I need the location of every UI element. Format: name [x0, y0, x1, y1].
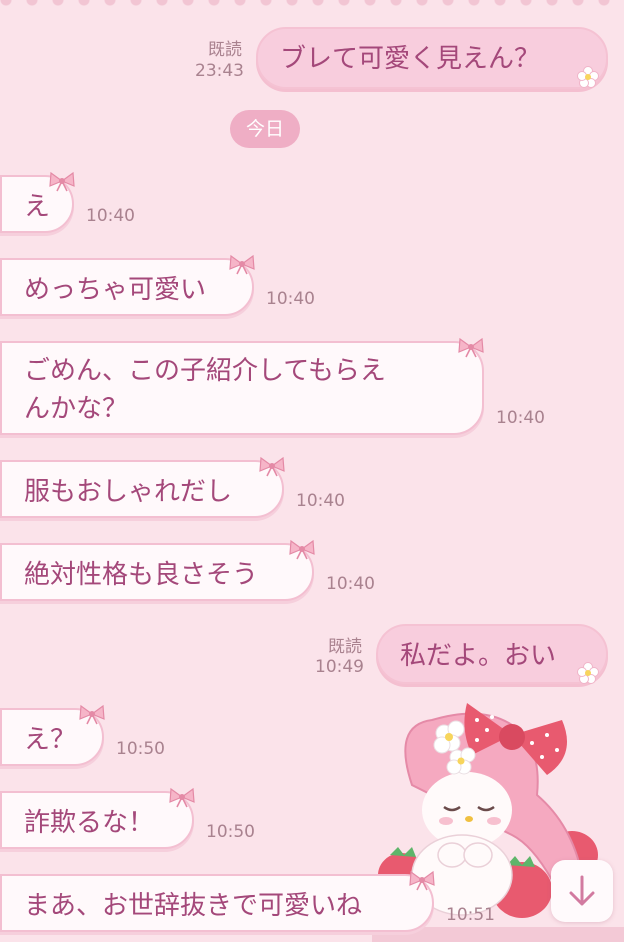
ribbon-bow-icon	[49, 171, 75, 192]
message-time: 23:43	[195, 61, 244, 81]
ribbon-bow-icon	[409, 870, 435, 891]
message-bubble[interactable]: 絶対性格も良さそう	[0, 543, 314, 601]
message-text: 服もおしゃれだし	[24, 477, 233, 507]
message-text-line: んかな？	[24, 394, 129, 424]
message-text: まあ、お世辞抜きで可愛いね	[24, 891, 363, 921]
message-time: 10:40	[266, 289, 315, 309]
message-text: え？	[24, 725, 77, 755]
message-bubble[interactable]: ブレて可愛く見えん？	[256, 27, 608, 89]
message-time: 10:51	[446, 905, 495, 925]
message-bubble[interactable]: ごめん、この子紹介してもらえ んかな？	[0, 341, 484, 435]
arrow-down-icon	[569, 875, 595, 906]
flower-icon	[577, 662, 599, 684]
message-text: 絶対性格も良さそう	[24, 560, 259, 590]
message-text: え	[24, 192, 51, 222]
ribbon-bow-icon	[229, 254, 255, 275]
ribbon-bow-icon	[259, 456, 285, 477]
read-receipt: 既読	[328, 637, 362, 657]
message-bubble[interactable]: 私だよ。おい	[376, 624, 608, 684]
read-receipt: 既読	[208, 40, 242, 60]
message-time: 10:40	[86, 206, 135, 226]
message-time: 10:49	[315, 657, 364, 677]
ribbon-bow-icon	[289, 539, 315, 560]
date-separator: 今日	[230, 110, 300, 148]
message-time: 10:40	[326, 574, 375, 594]
top-lace-border	[0, 0, 624, 8]
message-bubble[interactable]: 詐欺るな！	[0, 791, 194, 849]
message-text: 詐欺るな！	[24, 808, 155, 838]
message-text: めっちゃ可愛い	[24, 275, 207, 305]
message-text: ブレて可愛く見えん？	[280, 44, 541, 74]
message-text-line: ごめん、この子紹介してもらえ	[24, 356, 386, 386]
flower-icon	[577, 66, 599, 88]
message-time: 10:40	[496, 408, 545, 428]
message-bubble[interactable]: まあ、お世辞抜きで可愛いね	[0, 874, 434, 932]
message-time: 10:50	[206, 822, 255, 842]
message-time: 10:50	[116, 739, 165, 759]
message-text: 私だよ。おい	[400, 641, 557, 671]
message-bubble[interactable]: 服もおしゃれだし	[0, 460, 284, 518]
ribbon-bow-icon	[79, 704, 105, 725]
ribbon-bow-icon	[169, 787, 195, 808]
ribbon-bow-icon	[458, 337, 484, 358]
message-bubble[interactable]: めっちゃ可愛い	[0, 258, 254, 316]
message-time: 10:40	[296, 491, 345, 511]
scroll-to-bottom-button[interactable]	[551, 860, 613, 922]
